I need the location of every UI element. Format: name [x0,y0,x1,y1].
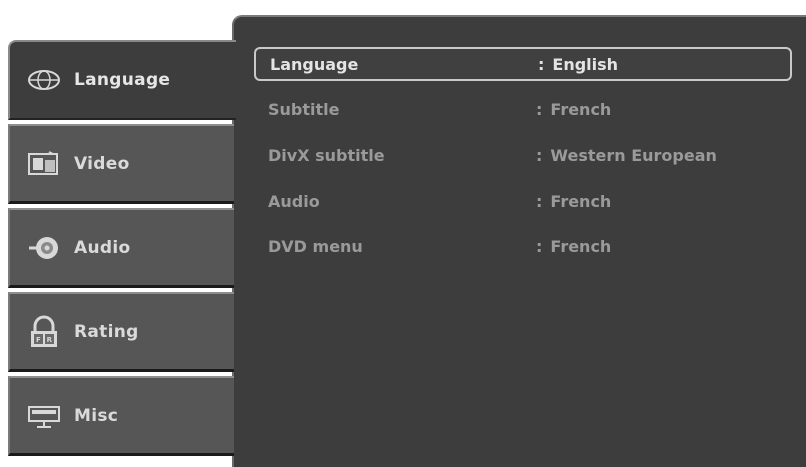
setting-row-audio[interactable]: Audio : French [254,184,792,218]
tab-misc[interactable]: Misc [8,376,234,456]
video-icon [24,144,64,184]
tab-label: Misc [74,405,119,426]
setting-label: Language [270,54,359,74]
tab-label: Audio [74,237,131,258]
tab-label: Rating [74,321,139,342]
tab-audio[interactable]: Audio [8,208,234,288]
svg-text:R: R [47,336,53,344]
setting-row-language[interactable]: Language : English [254,47,792,81]
setting-value: : French [536,191,612,211]
tab-rating[interactable]: F R Rating [8,292,234,372]
misc-icon [24,396,64,436]
setting-value: : French [536,99,612,119]
tab-language[interactable]: Language [8,40,236,120]
setting-value: : French [536,236,612,256]
dvd-setup-screen: Language Video Audio F R Rating Misc Lan… [0,0,806,467]
tab-label: Language [74,70,171,90]
setting-label: Audio [268,191,320,211]
setting-row-divx-subtitle[interactable]: DivX subtitle : Western European [254,138,792,172]
setting-value: : English [538,54,619,74]
setting-row-dvd-menu[interactable]: DVD menu : French [254,229,792,263]
setup-sidebar: Language Video Audio F R Rating Misc [8,40,236,460]
setting-label: DivX subtitle [268,145,385,165]
setting-value: : Western European [536,145,717,165]
audio-icon [24,228,64,268]
svg-text:F: F [36,336,41,344]
setting-row-subtitle[interactable]: Subtitle : French [254,92,792,126]
tab-label: Video [74,153,130,174]
language-icon [24,60,64,100]
rating-lock-icon: F R [24,312,64,352]
setting-label: DVD menu [268,236,363,256]
setting-label: Subtitle [268,99,340,119]
tab-video[interactable]: Video [8,124,234,204]
